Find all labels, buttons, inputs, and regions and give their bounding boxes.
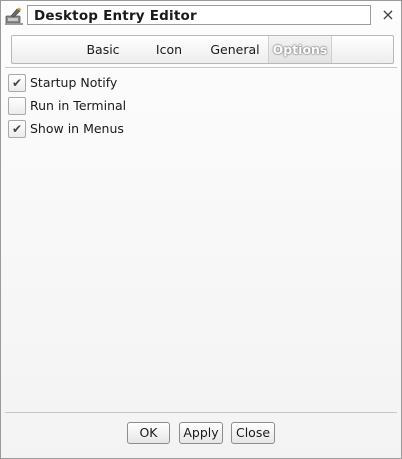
window-title: Desktop Entry Editor (27, 5, 371, 25)
tab-general[interactable]: General (204, 36, 266, 63)
desktop-entry-editor-window: Desktop Entry Editor × Basic Icon Genera… (0, 0, 402, 459)
run-in-terminal-option[interactable]: Run in Terminal (8, 97, 208, 115)
title-bar: Desktop Entry Editor × (1, 1, 401, 31)
tab-options[interactable]: Options (268, 36, 332, 63)
run-in-terminal-label: Run in Terminal (30, 98, 127, 113)
startup-notify-option[interactable]: ✔ Startup Notify (8, 74, 208, 92)
content-divider (5, 67, 397, 68)
tab-bar: Basic Icon General Options (11, 35, 394, 64)
desktop-entry-editor-icon (4, 7, 26, 27)
tab-basic[interactable]: Basic (74, 36, 132, 63)
close-icon[interactable]: × (378, 5, 398, 25)
run-in-terminal-checkbox[interactable] (8, 97, 26, 115)
close-button[interactable]: Close (231, 422, 275, 444)
show-in-menus-checkbox[interactable]: ✔ (8, 120, 26, 138)
apply-button[interactable]: Apply (179, 422, 223, 444)
show-in-menus-label: Show in Menus (30, 121, 124, 136)
tab-icon[interactable]: Icon (144, 36, 194, 63)
startup-notify-label: Startup Notify (30, 75, 118, 90)
startup-notify-checkbox[interactable]: ✔ (8, 74, 26, 92)
ok-button[interactable]: OK (127, 422, 170, 444)
button-area-divider (5, 412, 397, 413)
show-in-menus-option[interactable]: ✔ Show in Menus (8, 120, 208, 138)
